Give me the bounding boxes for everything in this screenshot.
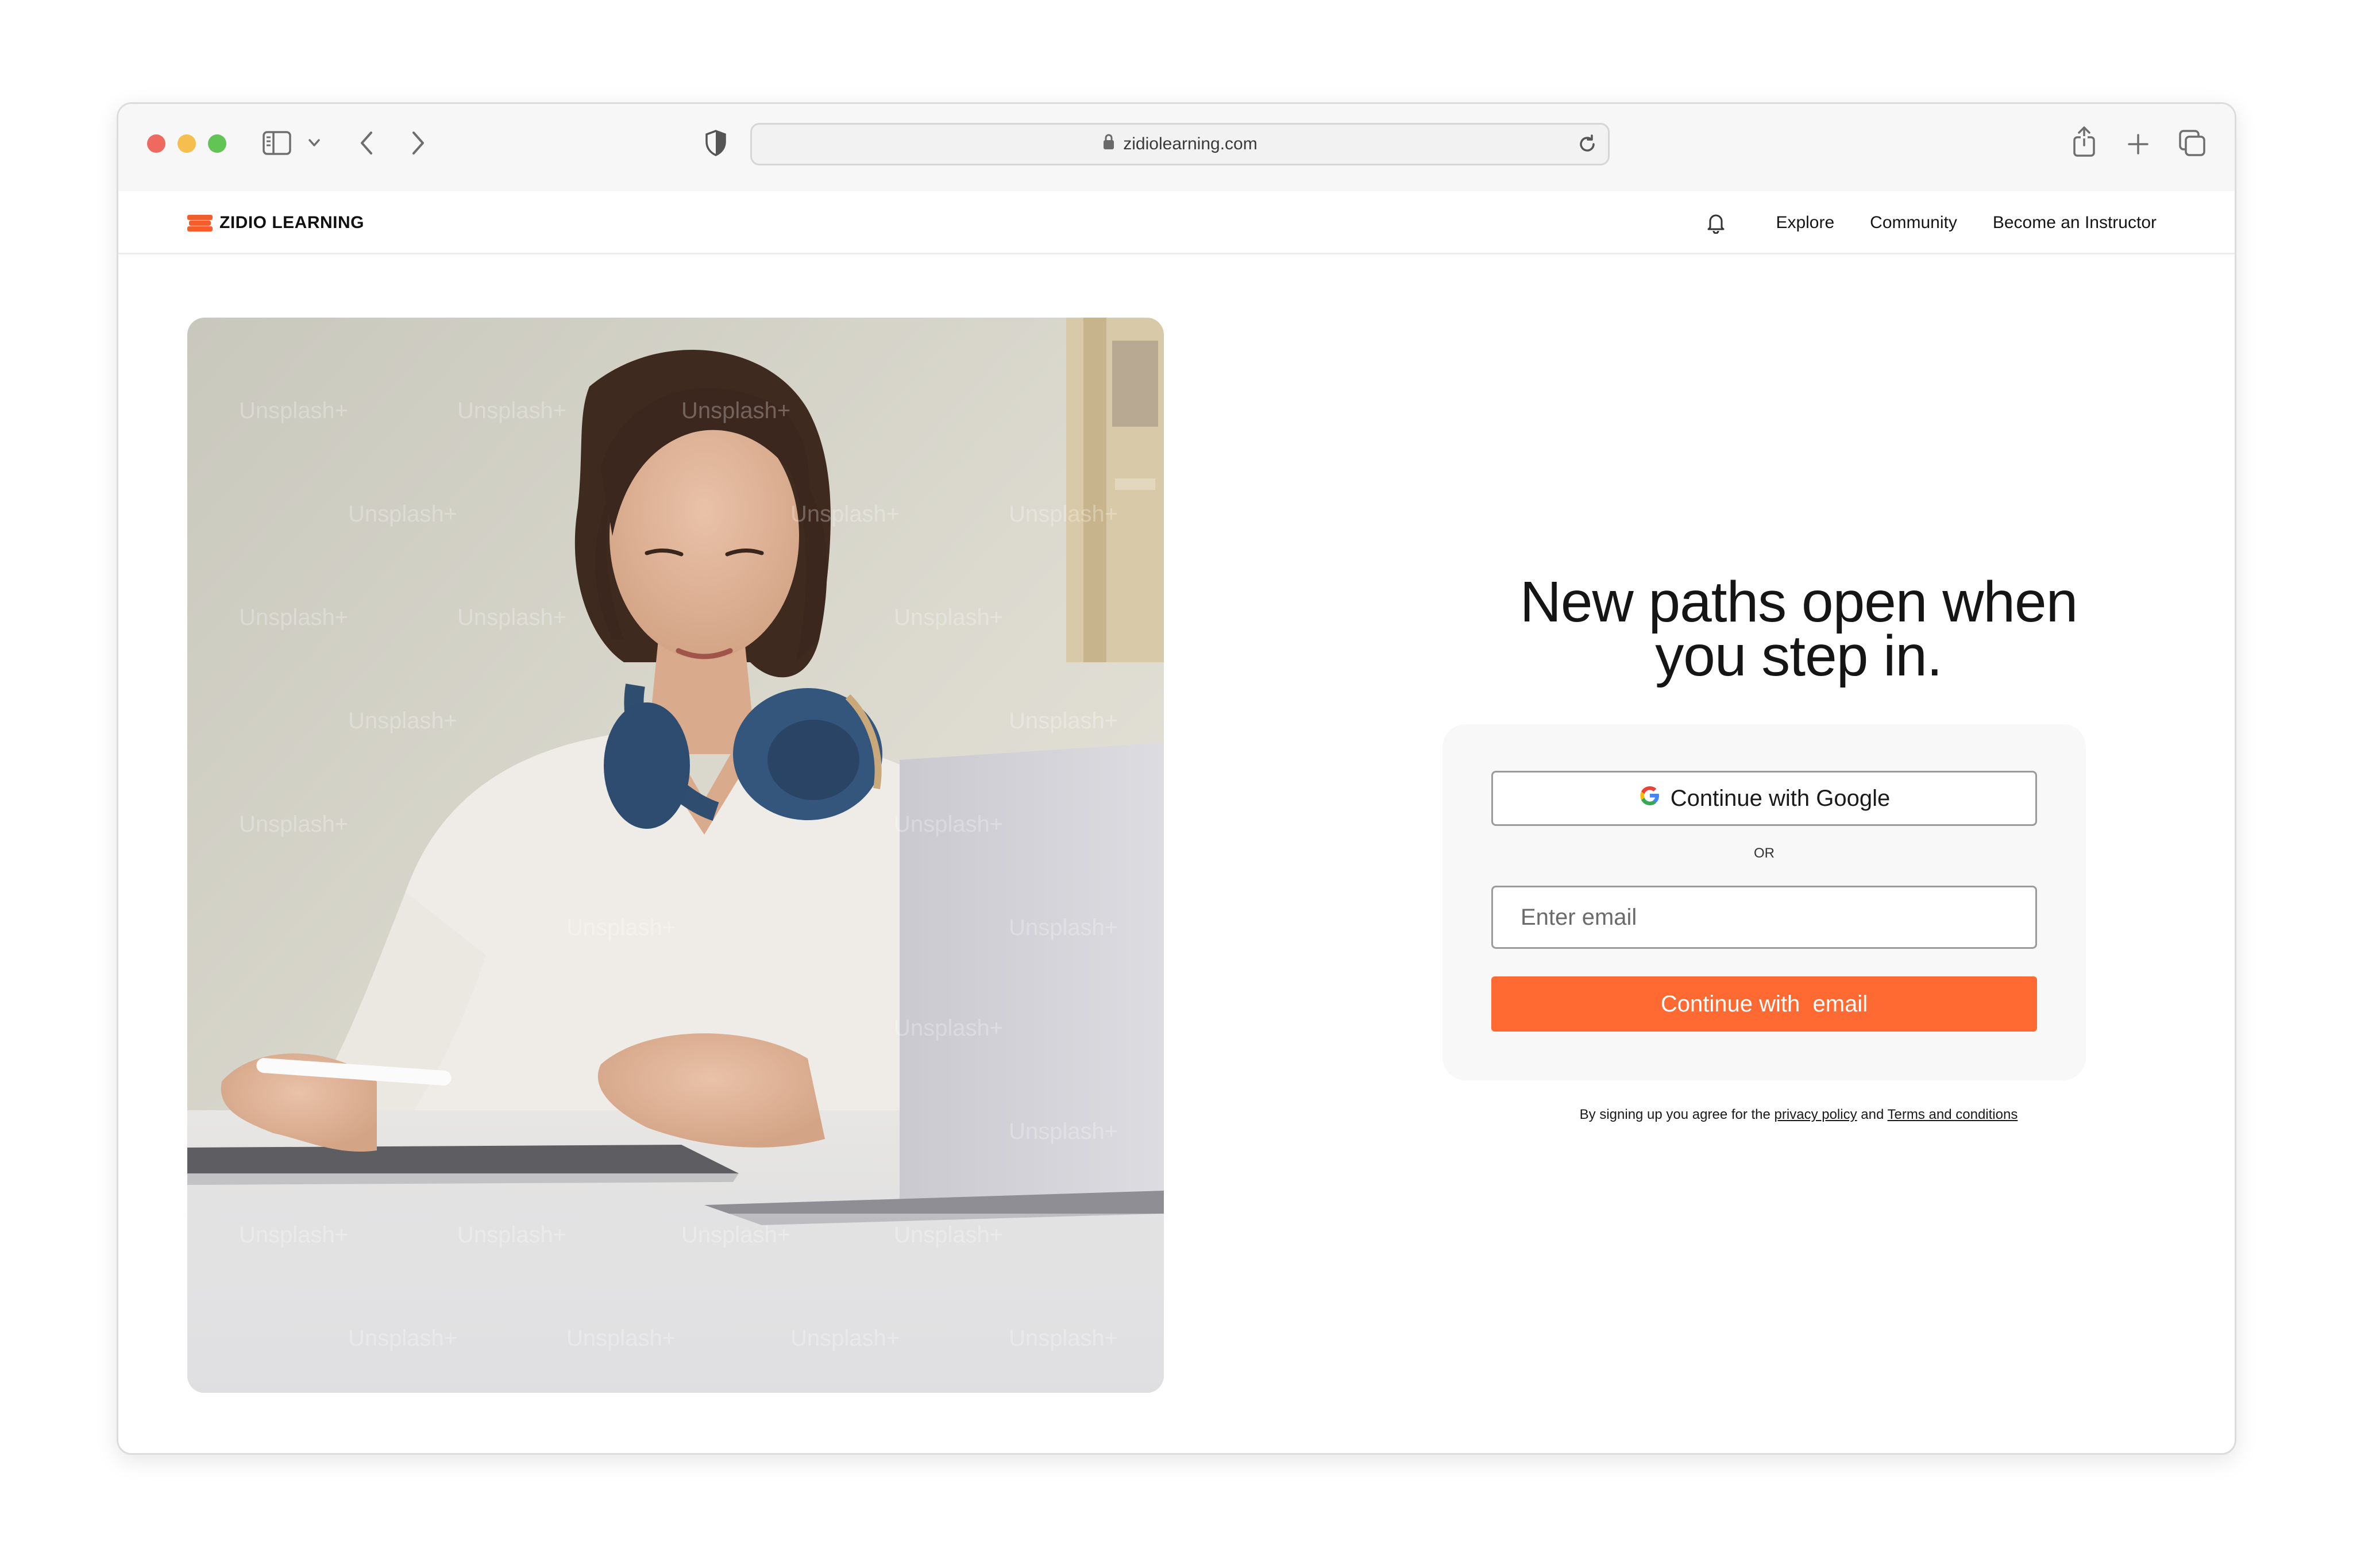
continue-with-google-button[interactable]: Continue with Google [1491,771,2037,826]
plus-icon[interactable] [2127,133,2150,156]
google-icon [1638,784,1661,813]
svg-text:Unsplash+: Unsplash+ [566,1326,676,1351]
share-icon[interactable] [2072,126,2097,158]
svg-text:Unsplash+: Unsplash+ [566,915,676,940]
svg-text:Unsplash+: Unsplash+ [457,398,566,423]
lock-icon [1102,133,1115,155]
svg-text:Unsplash+: Unsplash+ [1009,708,1118,733]
svg-text:Unsplash+: Unsplash+ [790,1326,900,1351]
svg-text:Unsplash+: Unsplash+ [348,501,457,527]
email-input[interactable] [1491,886,2037,949]
browser-window: zidiolearning.com ZIDIO LEARNING Explore… [117,102,2236,1455]
terms-and: and [1861,1107,1884,1122]
svg-text:Unsplash+: Unsplash+ [457,1222,566,1248]
back-icon[interactable] [358,130,375,156]
terms-prefix: By signing up you agree for the [1579,1107,1770,1122]
svg-text:Unsplash+: Unsplash+ [1009,501,1118,527]
svg-text:Unsplash+: Unsplash+ [239,398,348,423]
reload-icon[interactable] [1576,133,1599,156]
logo-text: ZIDIO LEARNING [219,213,364,232]
svg-text:Unsplash+: Unsplash+ [348,708,457,733]
svg-text:Unsplash+: Unsplash+ [894,812,1003,837]
url-text: zidiolearning.com [1123,134,1257,153]
svg-text:Unsplash+: Unsplash+ [790,501,900,527]
forward-icon[interactable] [410,130,426,156]
svg-text:Unsplash+: Unsplash+ [894,605,1003,630]
sidebar-icon[interactable] [262,130,292,156]
tabs-icon[interactable] [2178,129,2206,157]
nav-link-community[interactable]: Community [1870,213,1957,233]
headline-line-2: you step in. [1655,624,1942,688]
or-divider: OR [1754,845,1775,861]
svg-text:Unsplash+: Unsplash+ [681,398,790,423]
svg-text:Unsplash+: Unsplash+ [239,1222,348,1248]
nav-link-explore[interactable]: Explore [1776,213,1834,233]
svg-text:Unsplash+: Unsplash+ [1009,915,1118,940]
svg-text:Unsplash+: Unsplash+ [239,812,348,837]
bell-icon[interactable] [1706,212,1726,234]
svg-text:Unsplash+: Unsplash+ [681,1222,790,1248]
zoom-window-button[interactable] [208,134,226,153]
svg-text:Unsplash+: Unsplash+ [1009,1119,1118,1144]
terms-conditions-link[interactable]: Terms and conditions [1888,1107,2018,1122]
nav-links: Explore Community Become an Instructor [1706,191,2157,254]
continue-with-email-button[interactable]: Continue with email [1491,976,2037,1032]
chevron-down-icon[interactable] [308,138,321,148]
svg-text:Unsplash+: Unsplash+ [894,1015,1003,1041]
terms-notice: By signing up you agree for the privacy … [1428,1107,2169,1123]
headline-line-1: New paths open when [1519,570,2078,634]
site-header: ZIDIO LEARNING Explore Community Become … [118,191,2235,254]
address-bar[interactable]: zidiolearning.com [750,123,1610,165]
shield-icon[interactable] [704,129,727,157]
page-headline: New paths open when you step in. [1428,570,2169,688]
hero-photo: Unsplash+ Unsplash+ Unsplash+ Unsplash+ … [187,318,1164,1393]
google-button-label: Continue with Google [1670,785,1891,811]
svg-text:Unsplash+: Unsplash+ [348,1326,457,1351]
svg-text:Unsplash+: Unsplash+ [894,1222,1003,1248]
privacy-policy-link[interactable]: privacy policy [1775,1107,1857,1122]
nav-link-become-instructor[interactable]: Become an Instructor [1993,213,2157,233]
browser-toolbar: zidiolearning.com [118,104,2235,191]
close-window-button[interactable] [147,134,165,153]
svg-text:Unsplash+: Unsplash+ [1009,1326,1118,1351]
logo-icon [187,214,213,232]
svg-text:Unsplash+: Unsplash+ [239,605,348,630]
svg-text:Unsplash+: Unsplash+ [457,605,566,630]
minimize-window-button[interactable] [178,134,196,153]
site-logo[interactable]: ZIDIO LEARNING [187,208,364,237]
